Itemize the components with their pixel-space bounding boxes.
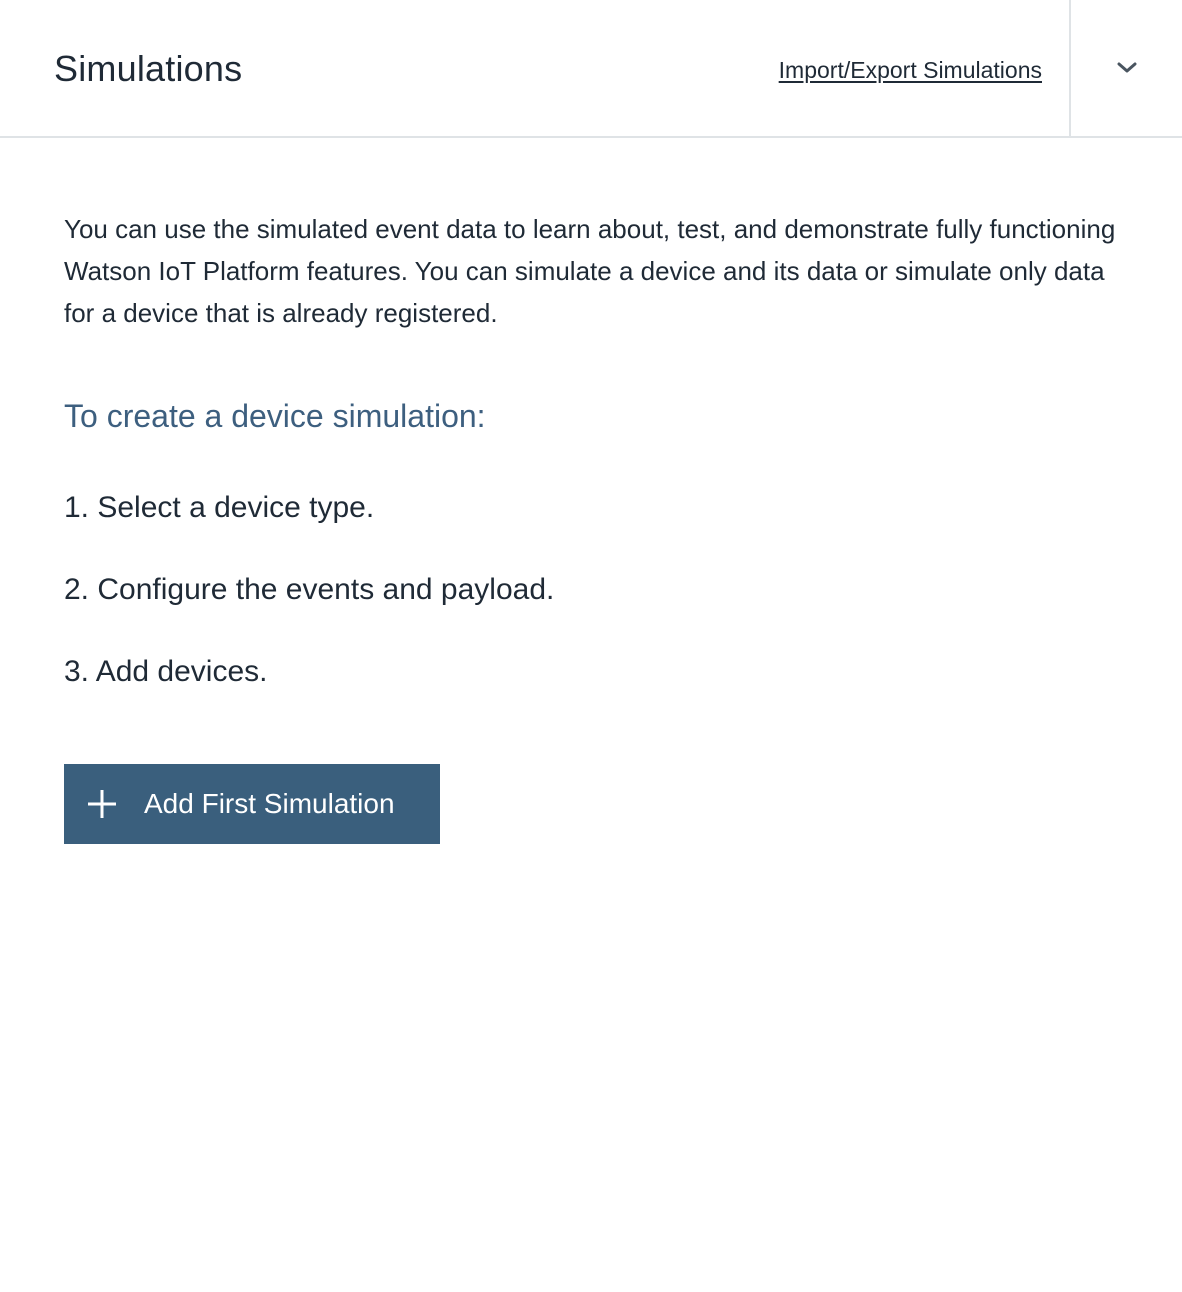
add-button-label: Add First Simulation [144,788,395,819]
intro-text: You can use the simulated event data to … [64,214,1116,328]
page-title: Simulations [54,48,243,89]
expand-toggle-button[interactable] [1071,0,1182,136]
page-header: Simulations Import/Export Simulations [0,0,1182,138]
plus-icon [88,790,116,818]
step-item: 2. Configure the events and payload. [64,573,555,606]
main-content: You can use the simulated event data to … [64,208,1124,734]
add-first-simulation-button[interactable]: Add First Simulation [64,764,440,844]
step-item: 1. Select a device type. [64,491,375,524]
section-subheading: To create a device simulation: [64,398,486,434]
step-item: 3. Add devices. [64,655,268,688]
steps-list: 1. Select a device type. 2. Configure th… [64,488,1124,692]
import-export-link[interactable]: Import/Export Simulations [779,56,1042,84]
chevron-down-icon [1117,62,1136,73]
